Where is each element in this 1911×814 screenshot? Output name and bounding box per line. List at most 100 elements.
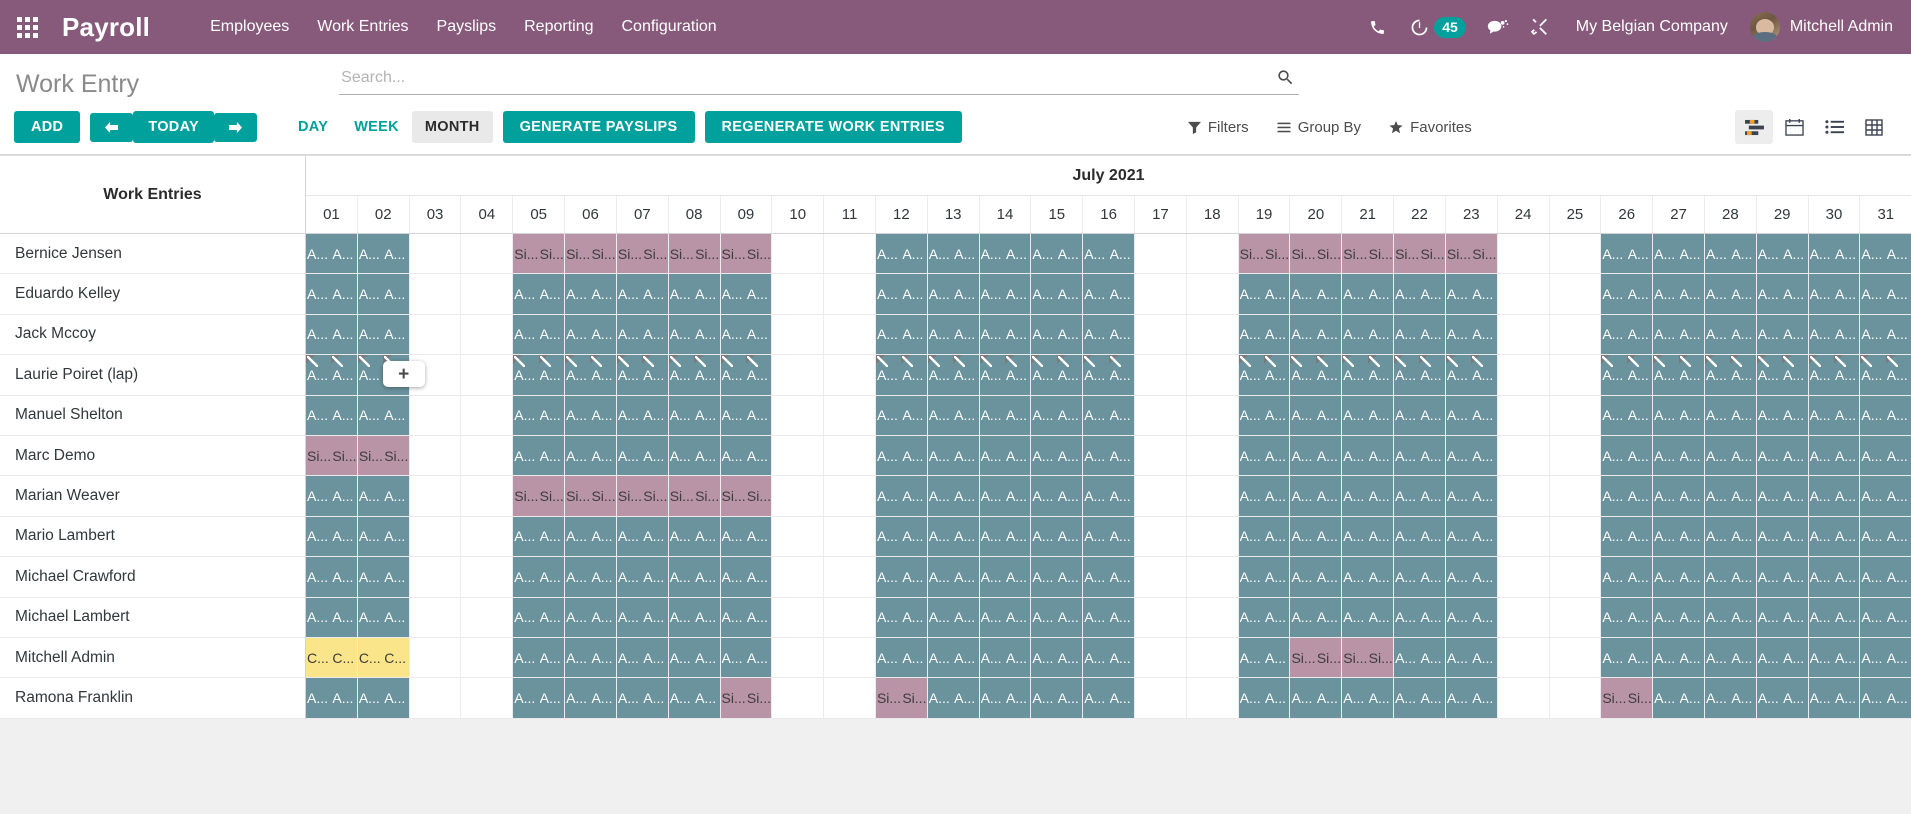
menu-payslips[interactable]: Payslips	[423, 0, 511, 54]
gantt-work-entry-pill[interactable]: A...	[1446, 517, 1471, 556]
gantt-work-entry-pill[interactable]: A...	[1239, 598, 1264, 637]
gantt-day-cell[interactable]: A...A...	[357, 234, 409, 273]
gantt-work-entry-pill[interactable]: A...	[1057, 598, 1082, 637]
gantt-work-entry-pill[interactable]: A...	[980, 678, 1005, 717]
gantt-day-cell[interactable]: A...A...	[1030, 234, 1082, 273]
tools-icon[interactable]	[1520, 0, 1560, 54]
gantt-day-cell[interactable]: A...A...	[875, 476, 927, 515]
gantt-day-cell[interactable]: A...A...	[1082, 396, 1134, 435]
gantt-work-entry-pill[interactable]: A...	[1005, 355, 1030, 394]
gantt-work-entry-pill[interactable]: A...	[1471, 557, 1496, 596]
gantt-work-entry-pill[interactable]: A...	[1653, 678, 1678, 717]
gantt-day-cell[interactable]	[409, 436, 461, 475]
gantt-day-cell[interactable]	[1497, 517, 1549, 556]
gantt-work-entry-pill[interactable]: A...	[1290, 436, 1315, 475]
gantt-work-entry-pill[interactable]: A...	[953, 678, 978, 717]
gantt-work-entry-pill[interactable]: A...	[980, 476, 1005, 515]
gantt-day-cell[interactable]: A...A...	[668, 274, 720, 313]
gantt-work-entry-pill[interactable]: A...	[1653, 557, 1678, 596]
gantt-work-entry-pill[interactable]: A...	[980, 396, 1005, 435]
gantt-work-entry-pill[interactable]: A...	[669, 638, 694, 677]
gantt-day-cell[interactable]: A...A...	[979, 396, 1031, 435]
gantt-work-entry-pill[interactable]: A...	[642, 436, 667, 475]
gantt-work-entry-pill[interactable]: A...	[1109, 315, 1134, 354]
gantt-day-cell[interactable]: A...A...	[720, 315, 772, 354]
gantt-work-entry-pill[interactable]: A...	[1057, 638, 1082, 677]
gantt-day-cell[interactable]	[1549, 234, 1601, 273]
gantt-work-entry-pill[interactable]: A...	[383, 396, 408, 435]
gantt-day-cell[interactable]: A...A...	[1756, 436, 1808, 475]
gantt-work-entry-pill[interactable]: Si...	[1342, 638, 1367, 677]
gantt-day-cell[interactable]: A...A...	[1756, 315, 1808, 354]
gantt-work-entry-pill[interactable]: A...	[928, 396, 953, 435]
gantt-work-entry-pill[interactable]: A...	[1471, 396, 1496, 435]
gantt-work-entry-pill[interactable]: A...	[1601, 638, 1626, 677]
gantt-work-entry-pill[interactable]: A...	[358, 476, 383, 515]
gantt-work-entry-pill[interactable]: A...	[1031, 234, 1056, 273]
gantt-day-cell[interactable]: A...A...	[512, 517, 564, 556]
gantt-day-cell[interactable]: A...A...	[1652, 436, 1704, 475]
gantt-work-entry-pill[interactable]: A...	[1471, 355, 1496, 394]
gantt-work-entry-pill[interactable]: A...	[1730, 517, 1755, 556]
gantt-day-cell[interactable]: A...A...	[720, 274, 772, 313]
gantt-work-entry-pill[interactable]: A...	[1601, 557, 1626, 596]
gantt-work-entry-pill[interactable]: A...	[1264, 638, 1289, 677]
gantt-day-cell[interactable]	[409, 678, 461, 717]
gantt-day-cell[interactable]: A...A...	[1393, 396, 1445, 435]
gantt-work-entry-pill[interactable]: A...	[565, 436, 590, 475]
gantt-work-entry-pill[interactable]: A...	[617, 355, 642, 394]
gantt-work-entry-pill[interactable]: A...	[617, 396, 642, 435]
gantt-work-entry-pill[interactable]: A...	[1057, 678, 1082, 717]
gantt-day-cell[interactable]	[1549, 638, 1601, 677]
gantt-work-entry-pill[interactable]: A...	[1005, 274, 1030, 313]
gantt-day-cell[interactable]: A...A...	[616, 315, 668, 354]
gantt-day-cell[interactable]	[1549, 315, 1601, 354]
gantt-day-cell[interactable]: A...A...	[875, 638, 927, 677]
gantt-day-cell[interactable]	[1549, 678, 1601, 717]
gantt-day-cell[interactable]: A...A...	[1238, 598, 1290, 637]
group-by-dropdown[interactable]: Group By	[1277, 119, 1361, 136]
scale-month-button[interactable]: MONTH	[412, 111, 493, 143]
gantt-work-entry-pill[interactable]: A...	[1394, 598, 1419, 637]
gantt-work-entry-pill[interactable]: A...	[331, 598, 356, 637]
gantt-day-cell[interactable]	[1186, 557, 1238, 596]
gantt-work-entry-pill[interactable]: A...	[1809, 396, 1834, 435]
gantt-work-entry-pill[interactable]: A...	[901, 436, 926, 475]
gantt-work-entry-pill[interactable]: A...	[358, 598, 383, 637]
gantt-work-entry-pill[interactable]: A...	[1419, 436, 1444, 475]
user-menu[interactable]: Mitchell Admin	[1744, 12, 1893, 42]
gantt-work-entry-pill[interactable]: A...	[1239, 476, 1264, 515]
gantt-work-entry-pill[interactable]: A...	[694, 638, 719, 677]
gantt-day-cell[interactable]: A...A...	[1393, 517, 1445, 556]
gantt-day-cell[interactable]: Si...Si...	[1289, 638, 1341, 677]
gantt-work-entry-pill[interactable]: A...	[383, 315, 408, 354]
gantt-day-cell[interactable]: A...A...	[1030, 436, 1082, 475]
gantt-work-entry-pill[interactable]: A...	[1005, 517, 1030, 556]
gantt-work-entry-pill[interactable]: A...	[1264, 355, 1289, 394]
gantt-work-entry-pill[interactable]: A...	[694, 396, 719, 435]
gantt-row-label[interactable]: Jack Mccoy	[0, 315, 305, 355]
gantt-day-cell[interactable]: A...A...	[1445, 517, 1497, 556]
gantt-day-cell[interactable]: Si...Si...	[1341, 638, 1393, 677]
gantt-work-entry-pill[interactable]: A...	[1627, 476, 1652, 515]
gantt-work-entry-pill[interactable]: A...	[1368, 476, 1393, 515]
gantt-work-entry-pill[interactable]: A...	[1782, 678, 1807, 717]
gantt-work-entry-pill[interactable]: A...	[721, 436, 746, 475]
gantt-work-entry-pill[interactable]: A...	[1834, 355, 1859, 394]
gantt-work-entry-pill[interactable]: A...	[590, 274, 615, 313]
gantt-work-entry-pill[interactable]: A...	[539, 355, 564, 394]
gantt-work-entry-pill[interactable]: A...	[539, 678, 564, 717]
gantt-day-cell[interactable]: A...A...	[1652, 315, 1704, 354]
gantt-day-cell[interactable]	[771, 598, 823, 637]
gantt-work-entry-pill[interactable]: A...	[1109, 476, 1134, 515]
gantt-work-entry-pill[interactable]: A...	[1239, 355, 1264, 394]
gantt-work-entry-pill[interactable]: A...	[513, 638, 538, 677]
gantt-work-entry-pill[interactable]: A...	[1471, 476, 1496, 515]
gantt-day-cell[interactable]: A...A...	[875, 274, 927, 313]
gantt-work-entry-pill[interactable]: A...	[1368, 396, 1393, 435]
gantt-work-entry-pill[interactable]: A...	[1860, 436, 1885, 475]
gantt-day-cell[interactable]: A...A...	[1238, 476, 1290, 515]
gantt-work-entry-pill[interactable]: A...	[642, 638, 667, 677]
gantt-work-entry-pill[interactable]: A...	[1886, 557, 1911, 596]
gantt-work-entry-pill[interactable]: A...	[1264, 476, 1289, 515]
